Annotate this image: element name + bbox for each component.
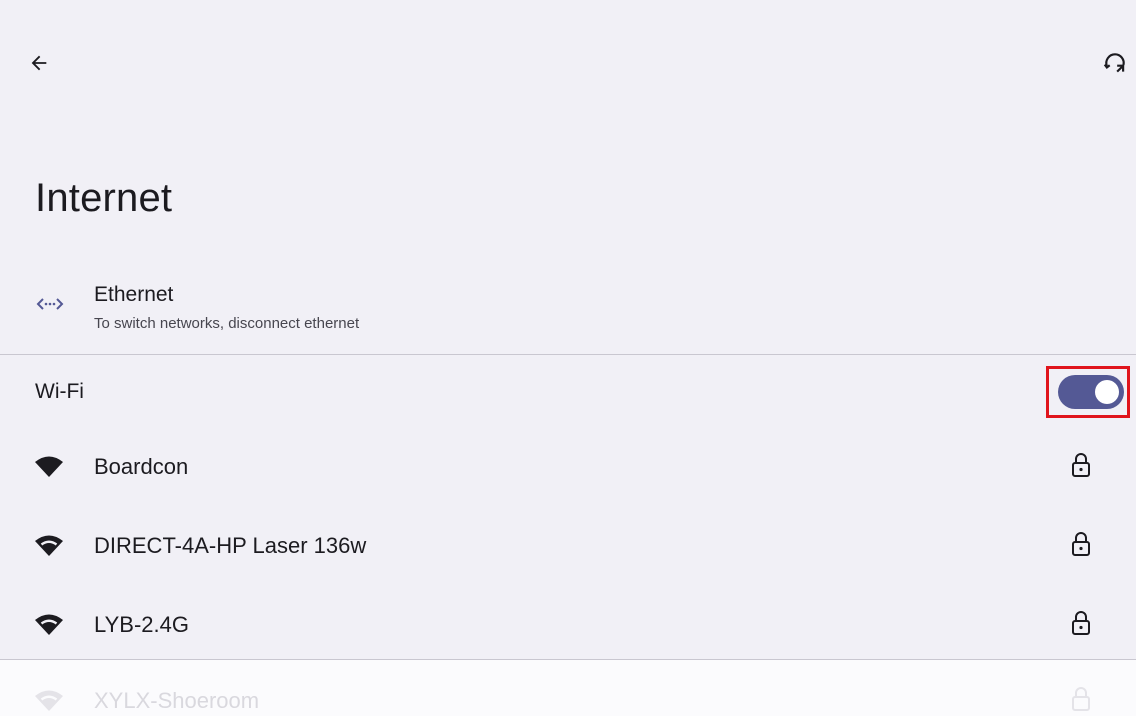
lock-icon	[1072, 611, 1090, 635]
ethernet-title: Ethernet	[94, 283, 174, 306]
ethernet-icon	[36, 298, 64, 310]
wifi-signal-icon	[35, 535, 63, 556]
network-name: LYB-2.4G	[94, 612, 189, 637]
network-item-direct-hp[interactable]: DIRECT-4A-HP Laser 136w	[0, 507, 1136, 585]
arrow-back-icon	[31, 55, 47, 71]
network-name: Boardcon	[94, 454, 189, 479]
section-divider	[0, 354, 1136, 355]
lock-icon	[1072, 453, 1090, 477]
internet-settings-page: Internet Ethernet To switch networks, di…	[0, 0, 1136, 716]
wifi-signal-icon	[35, 690, 63, 711]
lock-icon	[1072, 687, 1090, 711]
toggle-knob	[1095, 380, 1119, 404]
page-title: Internet	[35, 176, 173, 220]
back-button[interactable]	[22, 46, 56, 80]
network-item-lyb[interactable]: LYB-2.4G	[0, 586, 1136, 664]
wifi-signal-full-icon	[35, 456, 63, 477]
network-item-boardcon[interactable]: Boardcon	[0, 428, 1136, 506]
wifi-toggle-row[interactable]: Wi-Fi	[0, 356, 1136, 428]
network-item-xylx[interactable]: XYLX-Shoeroom	[0, 662, 1136, 716]
network-name: DIRECT-4A-HP Laser 136w	[94, 533, 367, 558]
wifi-toggle-switch[interactable]	[1058, 375, 1124, 409]
wifi-signal-icon	[35, 614, 63, 635]
refresh-button[interactable]	[1098, 46, 1132, 80]
wifi-label: Wi-Fi	[35, 380, 84, 403]
lock-icon	[1072, 532, 1090, 556]
ethernet-item[interactable]: Ethernet To switch networks, disconnect …	[0, 270, 1136, 354]
refresh-icon	[1103, 53, 1125, 73]
ethernet-subtitle: To switch networks, disconnect ethernet	[94, 315, 360, 332]
network-name: XYLX-Shoeroom	[94, 688, 260, 713]
